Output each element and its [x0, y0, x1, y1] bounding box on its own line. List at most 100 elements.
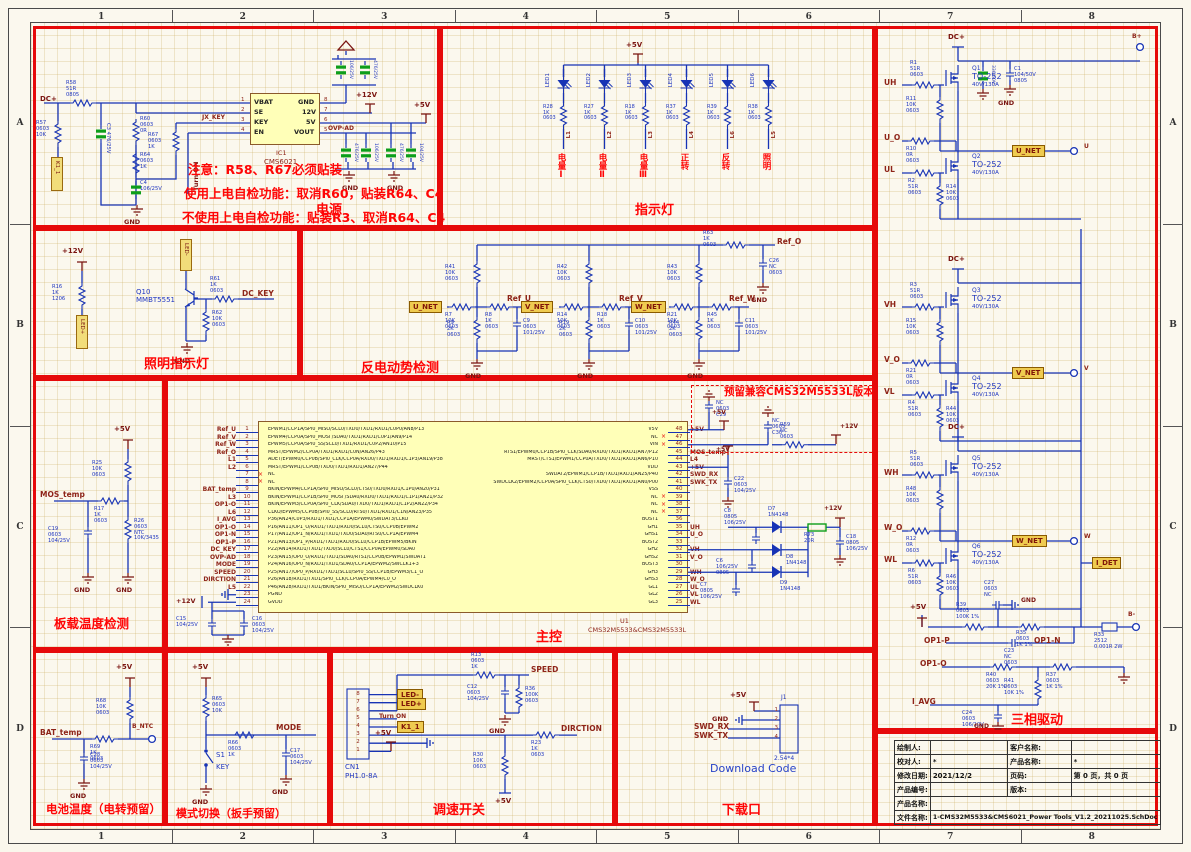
resistor[interactable] — [212, 296, 238, 302]
resistor[interactable] — [125, 517, 131, 543]
connector-led-minus[interactable]: LED- — [180, 239, 192, 271]
capacitor[interactable] — [759, 259, 767, 270]
connector-k1[interactable]: K1_1 — [51, 157, 63, 191]
net-u-o[interactable]: U_O — [884, 133, 900, 142]
led-icon[interactable] — [681, 77, 695, 93]
resistor[interactable] — [912, 304, 938, 310]
net-dc[interactable]: DC+ — [948, 255, 965, 263]
resistor[interactable] — [937, 573, 943, 599]
port-b-plus[interactable] — [1137, 44, 1144, 51]
net-mos-temp[interactable]: MOS_temp — [40, 490, 85, 499]
resistor[interactable] — [473, 672, 499, 678]
resistor[interactable] — [912, 82, 938, 88]
diode[interactable] — [772, 521, 781, 533]
port-u[interactable] — [1071, 148, 1078, 155]
resistor[interactable] — [98, 498, 124, 504]
transistor[interactable] — [185, 289, 198, 307]
net-i-avg[interactable]: I_AVG — [912, 697, 936, 706]
net-uh[interactable]: UH — [884, 78, 896, 87]
resistor[interactable] — [125, 459, 131, 485]
net-12v[interactable]: +12V — [356, 91, 377, 99]
net-5v[interactable]: +5V — [114, 425, 130, 433]
capacitor[interactable] — [836, 537, 844, 548]
capacitor[interactable] — [724, 477, 732, 488]
net-ul[interactable]: UL — [884, 165, 895, 174]
resistor[interactable] — [725, 103, 731, 129]
net-label-port[interactable]: W_NET — [1012, 535, 1047, 547]
resistor[interactable] — [449, 304, 475, 310]
capacitor[interactable] — [406, 144, 416, 162]
net-label-port[interactable]: LED+ — [397, 698, 426, 710]
led-icon[interactable] — [722, 77, 736, 93]
resistor[interactable] — [203, 309, 209, 335]
resistor[interactable] — [912, 392, 938, 398]
capacitor[interactable] — [992, 601, 1003, 609]
port-b-ntc[interactable] — [149, 736, 156, 743]
resistor[interactable] — [912, 170, 938, 176]
resistor[interactable] — [908, 360, 934, 366]
net-5v[interactable]: +5V — [116, 663, 132, 671]
resistor[interactable] — [643, 103, 649, 129]
led-icon[interactable] — [763, 77, 777, 93]
led-icon[interactable] — [599, 77, 613, 93]
capacitor[interactable] — [735, 319, 743, 330]
net-dc-plus[interactable]: DC+ — [40, 95, 57, 103]
net-12v[interactable]: +12V — [62, 247, 83, 255]
resistor[interactable] — [133, 119, 139, 145]
net-5v[interactable]: +5V — [495, 797, 511, 805]
resistor[interactable] — [684, 103, 690, 129]
net-5v[interactable]: +5V — [910, 603, 926, 611]
net-5v[interactable]: +5V — [626, 41, 642, 49]
net-speed[interactable]: SPEED — [531, 665, 558, 674]
resistor[interactable] — [79, 283, 85, 309]
net-swd-rx[interactable]: SWD_RX — [694, 722, 729, 731]
net-5v[interactable]: +5V — [730, 691, 746, 699]
net-label[interactable]: L3 — [648, 131, 654, 138]
net-swk-tx[interactable]: SWK_TX — [694, 731, 728, 740]
capacitor[interactable] — [336, 61, 346, 79]
capacitor[interactable] — [341, 144, 351, 162]
net-5v[interactable]: +5V — [716, 446, 730, 453]
resistor[interactable] — [92, 736, 118, 742]
resistor[interactable] — [937, 183, 943, 209]
resistor[interactable] — [912, 472, 938, 478]
resistor[interactable] — [602, 103, 608, 129]
resistor[interactable] — [709, 304, 735, 310]
capacitor[interactable] — [748, 561, 756, 572]
resistor[interactable] — [474, 261, 480, 287]
net-5v[interactable]: +5V — [375, 729, 391, 737]
capacitor[interactable] — [994, 711, 1002, 722]
diode[interactable] — [772, 544, 781, 556]
resistor[interactable] — [723, 242, 749, 248]
resistor[interactable] — [561, 304, 587, 310]
capacitor[interactable] — [513, 319, 521, 330]
capacitor[interactable] — [732, 585, 740, 596]
resistor[interactable] — [586, 317, 592, 343]
resistor[interactable] — [696, 261, 702, 287]
net-label[interactable]: L6 — [730, 131, 736, 138]
port-v[interactable] — [1071, 370, 1078, 377]
net-5v[interactable]: +5V — [712, 409, 726, 416]
mosfet[interactable] — [946, 455, 958, 481]
capacitor[interactable] — [501, 687, 509, 698]
connector-j1-body[interactable] — [780, 705, 798, 753]
port-w[interactable] — [1071, 538, 1078, 545]
capacitor[interactable] — [240, 619, 248, 630]
net-op1-p[interactable]: OP1-P — [924, 636, 950, 645]
net-vh[interactable]: VH — [884, 300, 896, 309]
capacitor[interactable] — [84, 527, 92, 538]
resistor[interactable] — [599, 304, 625, 310]
diode[interactable] — [772, 566, 781, 578]
net-label-port[interactable]: U_NET — [1012, 145, 1045, 157]
net-label[interactable]: L2 — [607, 131, 613, 138]
resistor[interactable] — [203, 695, 209, 721]
net-mode[interactable]: MODE — [276, 723, 301, 732]
led-icon[interactable] — [640, 77, 654, 93]
capacitor[interactable] — [360, 61, 370, 79]
net-12v[interactable]: +12V — [840, 423, 858, 430]
mosfet[interactable] — [946, 375, 958, 401]
net-b-ntc[interactable]: B_NTC — [132, 723, 153, 730]
net-ref-o[interactable]: Ref_O — [777, 237, 801, 246]
resistor[interactable] — [502, 753, 508, 779]
net-label-port[interactable]: I_DET — [1092, 557, 1121, 569]
